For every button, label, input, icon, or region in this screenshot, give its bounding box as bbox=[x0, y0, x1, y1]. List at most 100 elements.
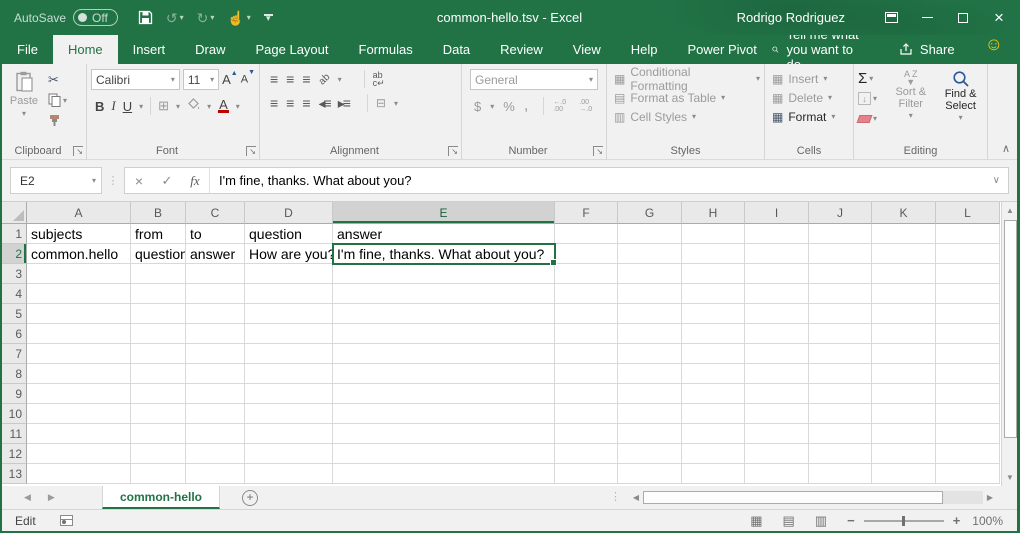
cut-button[interactable]: ✂ bbox=[48, 72, 67, 88]
cell-A5[interactable] bbox=[27, 304, 131, 324]
cell-H3[interactable] bbox=[682, 264, 745, 284]
horizontal-scrollbar[interactable]: ◀ ▶ bbox=[629, 490, 997, 505]
cell-J7[interactable] bbox=[809, 344, 872, 364]
cell-L5[interactable] bbox=[936, 304, 1000, 324]
middle-align-button[interactable]: ≡ bbox=[286, 72, 294, 86]
cell-F2[interactable] bbox=[555, 244, 618, 264]
cell-G6[interactable] bbox=[618, 324, 682, 344]
cell-A13[interactable] bbox=[27, 464, 131, 484]
cell-L3[interactable] bbox=[936, 264, 1000, 284]
cell-E6[interactable] bbox=[333, 324, 555, 344]
cell-L6[interactable] bbox=[936, 324, 1000, 344]
decrease-indent-button[interactable]: ◂≡ bbox=[319, 96, 330, 110]
cell-B9[interactable] bbox=[131, 384, 186, 404]
cell-A1[interactable]: subjects bbox=[27, 224, 131, 244]
cell-B5[interactable] bbox=[131, 304, 186, 324]
feedback-smiley-icon[interactable]: ☺ bbox=[985, 35, 1003, 64]
cancel-entry-button[interactable]: × bbox=[125, 173, 153, 189]
font-color-dropdown-icon[interactable]: ▾ bbox=[236, 102, 240, 111]
cell-K3[interactable] bbox=[872, 264, 936, 284]
cell-F9[interactable] bbox=[555, 384, 618, 404]
cell-F7[interactable] bbox=[555, 344, 618, 364]
cell-E2[interactable]: I'm fine, thanks. What about you? bbox=[333, 244, 555, 264]
cell-J1[interactable] bbox=[809, 224, 872, 244]
customize-qat-button[interactable]: ▾ bbox=[264, 14, 273, 21]
cell-H5[interactable] bbox=[682, 304, 745, 324]
column-header-A[interactable]: A bbox=[27, 202, 131, 224]
font-color-button[interactable]: A bbox=[218, 99, 229, 113]
cell-F8[interactable] bbox=[555, 364, 618, 384]
page-break-view-button[interactable]: ▥ bbox=[815, 513, 827, 529]
cell-F5[interactable] bbox=[555, 304, 618, 324]
cell-E11[interactable] bbox=[333, 424, 555, 444]
cell-J12[interactable] bbox=[809, 444, 872, 464]
bottom-align-button[interactable]: ≡ bbox=[302, 68, 310, 90]
cell-C10[interactable] bbox=[186, 404, 245, 424]
cell-G8[interactable] bbox=[618, 364, 682, 384]
cell-styles-button[interactable]: ▥ Cell Styles ▾ bbox=[611, 107, 760, 126]
cell-H7[interactable] bbox=[682, 344, 745, 364]
formula-input[interactable]: I'm fine, thanks. What about you? bbox=[212, 173, 993, 188]
undo-button[interactable]: ↺▾ bbox=[166, 11, 184, 25]
ribbon-tab-draw[interactable]: Draw bbox=[180, 35, 240, 64]
cell-K13[interactable] bbox=[872, 464, 936, 484]
cell-K9[interactable] bbox=[872, 384, 936, 404]
cell-D11[interactable] bbox=[245, 424, 333, 444]
underline-button[interactable]: U bbox=[123, 99, 132, 114]
sheet-tab-common-hello[interactable]: common-hello bbox=[102, 486, 220, 509]
zoom-out-button[interactable]: − bbox=[847, 513, 855, 528]
cell-J6[interactable] bbox=[809, 324, 872, 344]
cell-D8[interactable] bbox=[245, 364, 333, 384]
cell-E10[interactable] bbox=[333, 404, 555, 424]
top-align-button[interactable]: ≡ bbox=[270, 75, 278, 83]
increase-font-size-button[interactable]: A▲ bbox=[222, 72, 238, 87]
cell-C11[interactable] bbox=[186, 424, 245, 444]
cell-E7[interactable] bbox=[333, 344, 555, 364]
cell-L4[interactable] bbox=[936, 284, 1000, 304]
cell-G12[interactable] bbox=[618, 444, 682, 464]
cell-G13[interactable] bbox=[618, 464, 682, 484]
cell-D6[interactable] bbox=[245, 324, 333, 344]
zoom-slider-thumb[interactable] bbox=[902, 516, 905, 526]
touch-mode-dropdown-icon[interactable]: ▾ bbox=[247, 14, 251, 22]
cell-F13[interactable] bbox=[555, 464, 618, 484]
cell-I11[interactable] bbox=[745, 424, 809, 444]
cell-A8[interactable] bbox=[27, 364, 131, 384]
cell-H11[interactable] bbox=[682, 424, 745, 444]
cell-I13[interactable] bbox=[745, 464, 809, 484]
percent-style-button[interactable]: % bbox=[503, 99, 515, 114]
cell-K7[interactable] bbox=[872, 344, 936, 364]
cell-K1[interactable] bbox=[872, 224, 936, 244]
close-button[interactable]: × bbox=[981, 0, 1017, 35]
cell-C4[interactable] bbox=[186, 284, 245, 304]
cell-H12[interactable] bbox=[682, 444, 745, 464]
wrap-text-button[interactable]: ab c↵ bbox=[373, 71, 391, 87]
cell-D12[interactable] bbox=[245, 444, 333, 464]
maximize-button[interactable] bbox=[945, 0, 981, 35]
zoom-slider[interactable] bbox=[864, 520, 944, 522]
confirm-entry-button[interactable]: ✓ bbox=[153, 173, 181, 189]
cell-I2[interactable] bbox=[745, 244, 809, 264]
alignment-dialog-launcher[interactable]: ↘ bbox=[448, 146, 458, 156]
cell-L9[interactable] bbox=[936, 384, 1000, 404]
touch-mouse-mode-button[interactable]: ☝▾ bbox=[227, 11, 250, 25]
cell-I4[interactable] bbox=[745, 284, 809, 304]
new-sheet-button[interactable]: + bbox=[242, 490, 258, 506]
cell-B1[interactable]: from bbox=[131, 224, 186, 244]
expand-formula-bar-icon[interactable]: ∨ bbox=[993, 175, 1008, 186]
cell-A3[interactable] bbox=[27, 264, 131, 284]
cell-K10[interactable] bbox=[872, 404, 936, 424]
cell-K2[interactable] bbox=[872, 244, 936, 264]
name-box[interactable]: E2 ▾ bbox=[10, 167, 102, 194]
row-header-7[interactable]: 7 bbox=[2, 344, 27, 364]
format-cells-button[interactable]: ▦ Format ▾ bbox=[769, 107, 849, 126]
cell-B10[interactable] bbox=[131, 404, 186, 424]
format-painter-button[interactable] bbox=[48, 112, 67, 128]
cell-B7[interactable] bbox=[131, 344, 186, 364]
row-header-6[interactable]: 6 bbox=[2, 324, 27, 344]
cell-I12[interactable] bbox=[745, 444, 809, 464]
center-button[interactable]: ≡ bbox=[286, 96, 294, 110]
cell-L1[interactable] bbox=[936, 224, 1000, 244]
cell-D1[interactable]: question bbox=[245, 224, 333, 244]
cell-I3[interactable] bbox=[745, 264, 809, 284]
